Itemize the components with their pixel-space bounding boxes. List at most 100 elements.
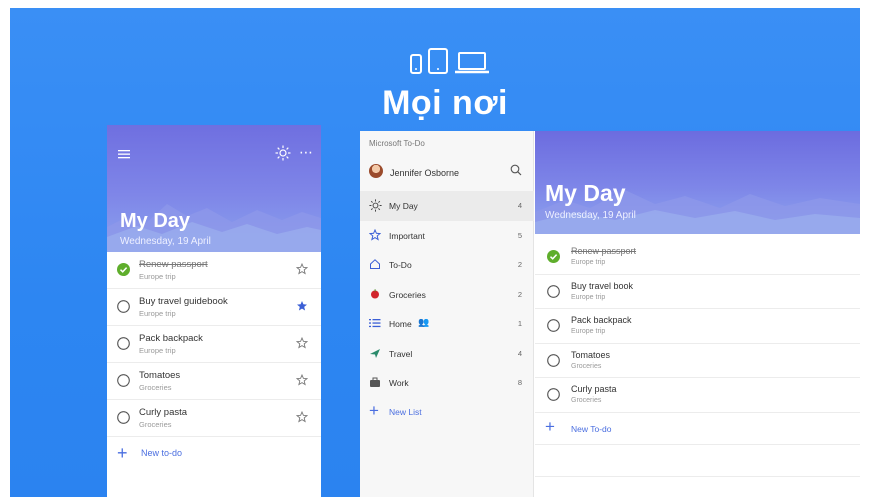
apple-icon xyxy=(368,287,382,301)
task-list-name: Groceries xyxy=(571,397,602,404)
new-todo-button[interactable]: + New to-do xyxy=(107,437,321,471)
sidebar-item-label: Work xyxy=(389,378,409,388)
task-title: Pack backpack xyxy=(139,333,203,344)
sidebar-item-count: 8 xyxy=(517,378,522,387)
sidebar-item-count: 4 xyxy=(517,348,522,358)
task-title: Buy travel guidebook xyxy=(139,296,228,307)
menu-icon[interactable] xyxy=(118,149,130,159)
sidebar-item-count: 5 xyxy=(517,230,522,240)
sidebar-item-label: My Day xyxy=(389,201,418,211)
task-row[interactable]: Buy travel guidebook Europe trip xyxy=(107,289,321,326)
sidebar-item-home[interactable]: Home 👥 1 xyxy=(360,309,534,339)
completed-check-icon[interactable] xyxy=(117,263,130,276)
sidebar-item-count: 1 xyxy=(517,319,522,328)
task-row[interactable]: Tomatoes Groceries xyxy=(107,363,321,400)
sidebar-item-label: Important xyxy=(389,230,425,241)
sidebar-item-count: 2 xyxy=(517,289,522,299)
search-icon[interactable] xyxy=(510,164,522,176)
page-title: My Day xyxy=(120,210,191,232)
task-row[interactable]: Curly pasta Groceries xyxy=(535,378,860,413)
sidebar-item-label: To-Do xyxy=(389,260,412,270)
circle-checkbox-icon[interactable] xyxy=(547,388,560,401)
task-row[interactable]: Renew passport Europe trip xyxy=(107,252,321,289)
avatar[interactable] xyxy=(369,164,383,178)
new-list-button[interactable]: + New List xyxy=(360,399,534,425)
task-title: Curly pasta xyxy=(139,407,188,418)
task-list-name: Europe trip xyxy=(139,309,176,318)
sidebar: Microsoft To-Do Jennifer Osborne My Day … xyxy=(360,131,534,497)
circle-checkbox-icon[interactable] xyxy=(117,337,130,350)
circle-checkbox-icon[interactable] xyxy=(117,374,130,387)
new-todo-label: New to-do xyxy=(141,448,183,458)
task-list-name: Europe trip xyxy=(139,272,176,281)
star-outline-icon[interactable] xyxy=(296,263,308,275)
star-filled-icon[interactable] xyxy=(296,300,308,312)
page-date: Wednesday, 19 April xyxy=(120,236,211,247)
sidebar-item-my-day[interactable]: My Day 4 xyxy=(360,191,534,221)
shared-people-icon: 👥 xyxy=(418,317,430,327)
suggestions-sun-icon[interactable] xyxy=(275,145,291,161)
tablet-icon xyxy=(428,48,448,74)
sidebar-item-count: 4 xyxy=(517,201,522,210)
circle-checkbox-icon[interactable] xyxy=(547,353,560,367)
circle-checkbox-icon[interactable] xyxy=(547,284,560,298)
task-title: Renew passport xyxy=(571,246,637,256)
sidebar-item-label: Groceries xyxy=(389,289,426,300)
plus-icon: + xyxy=(117,443,128,463)
task-row[interactable]: Curly pasta Groceries xyxy=(107,400,321,437)
sidebar-item-important[interactable]: Important 5 xyxy=(360,221,534,251)
completed-check-icon[interactable] xyxy=(547,250,560,263)
task-row[interactable]: Buy travel book Europe trip xyxy=(535,275,860,309)
list-icon xyxy=(368,316,382,330)
task-title: Tomatoes xyxy=(139,370,181,381)
device-icons xyxy=(405,44,495,74)
sidebar-item-travel[interactable]: Travel 4 xyxy=(360,339,534,369)
app-name: Microsoft To-Do xyxy=(369,139,425,148)
task-row[interactable]: Tomatoes Groceries xyxy=(535,344,860,378)
sidebar-item-count: 2 xyxy=(517,260,522,269)
task-row[interactable]: Renew passport Europe trip xyxy=(535,240,860,275)
home-icon xyxy=(368,257,382,271)
phone-mockup: ⋯ My Day Wednesday, 19 April Renew passp… xyxy=(107,125,321,497)
task-title: Pack backpack xyxy=(571,315,632,325)
task-row[interactable]: Pack backpack Europe trip xyxy=(535,309,860,344)
circle-checkbox-icon[interactable] xyxy=(117,300,130,313)
briefcase-icon xyxy=(368,375,382,389)
main-header: My Day Wednesday, 19 April xyxy=(535,131,860,234)
phone-header: ⋯ My Day Wednesday, 19 April xyxy=(107,125,321,252)
user-profile[interactable]: Jennifer Osborne xyxy=(360,159,534,185)
page-date: Wednesday, 19 April xyxy=(545,210,636,221)
star-outline-icon[interactable] xyxy=(296,374,308,386)
star-outline-icon[interactable] xyxy=(296,411,308,423)
user-name: Jennifer Osborne xyxy=(390,168,460,178)
sidebar-item-label: Home xyxy=(389,319,412,329)
task-list-name: Europe trip xyxy=(139,346,176,355)
task-row[interactable]: Pack backpack Europe trip xyxy=(107,326,321,363)
empty-row xyxy=(535,445,860,477)
task-list-name: Groceries xyxy=(571,362,602,370)
star-icon xyxy=(368,228,382,242)
plane-icon xyxy=(368,346,382,360)
page-title: My Day xyxy=(545,180,626,206)
circle-checkbox-icon[interactable] xyxy=(547,319,560,332)
sidebar-item-to-do[interactable]: To-Do 2 xyxy=(360,250,534,280)
task-list-name: Groceries xyxy=(139,383,172,392)
sidebar-item-groceries[interactable]: Groceries 2 xyxy=(360,280,534,310)
phone-icon xyxy=(410,54,422,74)
sun-icon xyxy=(368,198,382,212)
task-list-name: Europe trip xyxy=(571,259,606,266)
plus-icon: + xyxy=(545,416,555,436)
new-todo-button[interactable]: + New To-do xyxy=(535,413,860,445)
sidebar-item-work[interactable]: Work 8 xyxy=(360,368,534,398)
circle-checkbox-icon[interactable] xyxy=(117,411,130,424)
laptop-icon xyxy=(455,52,489,74)
task-list: Renew passport Europe trip Buy travel bo… xyxy=(535,240,860,477)
main-pane: My Day Wednesday, 19 April Renew passpor… xyxy=(535,131,860,497)
task-title: Renew passport xyxy=(139,259,208,270)
task-list-name: Europe trip xyxy=(571,328,606,335)
star-outline-icon[interactable] xyxy=(296,337,308,349)
task-list-name: Europe trip xyxy=(571,293,606,301)
more-options-icon[interactable]: ⋯ xyxy=(299,145,313,159)
plus-icon: + xyxy=(369,401,379,420)
task-title: Curly pasta xyxy=(571,384,617,394)
